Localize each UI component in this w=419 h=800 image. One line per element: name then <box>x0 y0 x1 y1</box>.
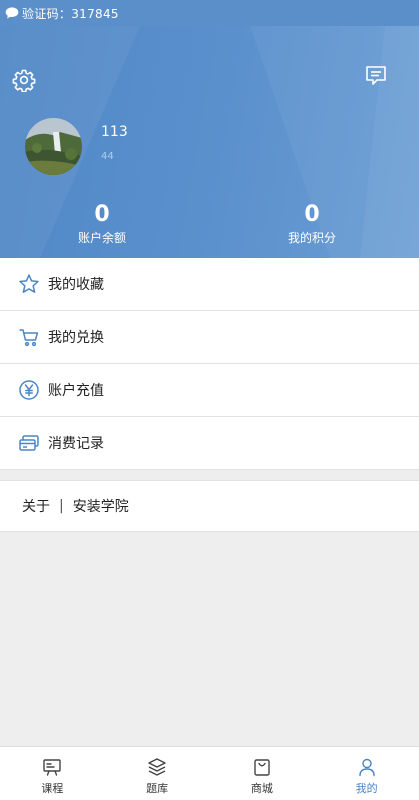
menu-item-label: 我的兑换 <box>48 330 104 346</box>
cart-icon <box>19 329 39 347</box>
menu-item-recharge[interactable]: 账户充值 <box>0 364 419 417</box>
my-points-label: 我的积分 <box>287 231 336 245</box>
tab-label: 商城 <box>250 782 273 795</box>
user-id: 44 <box>101 151 114 162</box>
about-app-name: 安装学院 <box>72 499 129 515</box>
notification-text: 验证码：317845 <box>22 6 119 21</box>
account-balance-label: 账户余额 <box>77 231 126 245</box>
my-points-value: 0 <box>304 202 320 227</box>
menu-item-label: 消费记录 <box>48 436 104 452</box>
account-balance-value: 0 <box>94 202 110 227</box>
menu-item-label: 我的收藏 <box>48 277 104 293</box>
message-icon[interactable] <box>365 64 387 86</box>
about-separator: | <box>59 498 64 514</box>
course-board-icon <box>43 759 62 776</box>
chat-bubble-icon <box>5 7 19 19</box>
shopping-bag-icon <box>254 759 270 776</box>
star-icon <box>19 274 39 293</box>
layers-icon <box>148 758 166 776</box>
account-balance-stat[interactable]: 0 账户余额 <box>32 202 172 245</box>
profile-header: 113 44 0 账户余额 0 我的积分 <box>0 26 419 258</box>
menu-item-exchange[interactable]: 我的兑换 <box>0 311 419 364</box>
menu-item-records[interactable]: 消费记录 <box>0 417 419 470</box>
tab-courses[interactable]: 课程 <box>0 747 105 800</box>
my-points-stat[interactable]: 0 我的积分 <box>242 202 382 245</box>
menu-item-favorites[interactable]: 我的收藏 <box>0 258 419 311</box>
user-name: 113 <box>101 124 128 140</box>
menu-item-label: 账户充值 <box>48 383 104 399</box>
yuan-icon <box>19 380 39 400</box>
avatar-image <box>25 118 82 175</box>
tab-me[interactable]: 我的 <box>314 747 419 800</box>
menu-list: 我的收藏 我的兑换 账户充值 消费记录 <box>0 258 419 470</box>
gear-icon[interactable] <box>12 68 36 92</box>
bottom-tab-bar: 课程 题库 商城 我的 <box>0 746 419 800</box>
tab-label: 我的 <box>355 782 378 795</box>
avatar[interactable] <box>25 118 82 175</box>
tab-label: 题库 <box>146 782 169 795</box>
card-icon <box>19 435 39 451</box>
about-label: 关于 <box>22 499 50 515</box>
notification-bar[interactable]: 验证码：317845 <box>0 0 419 26</box>
tab-question-bank[interactable]: 题库 <box>105 747 210 800</box>
person-icon <box>358 758 375 777</box>
about-row[interactable]: 关于 | 安装学院 <box>0 480 419 532</box>
tab-mall[interactable]: 商城 <box>210 747 315 800</box>
tab-label: 课程 <box>41 782 64 795</box>
